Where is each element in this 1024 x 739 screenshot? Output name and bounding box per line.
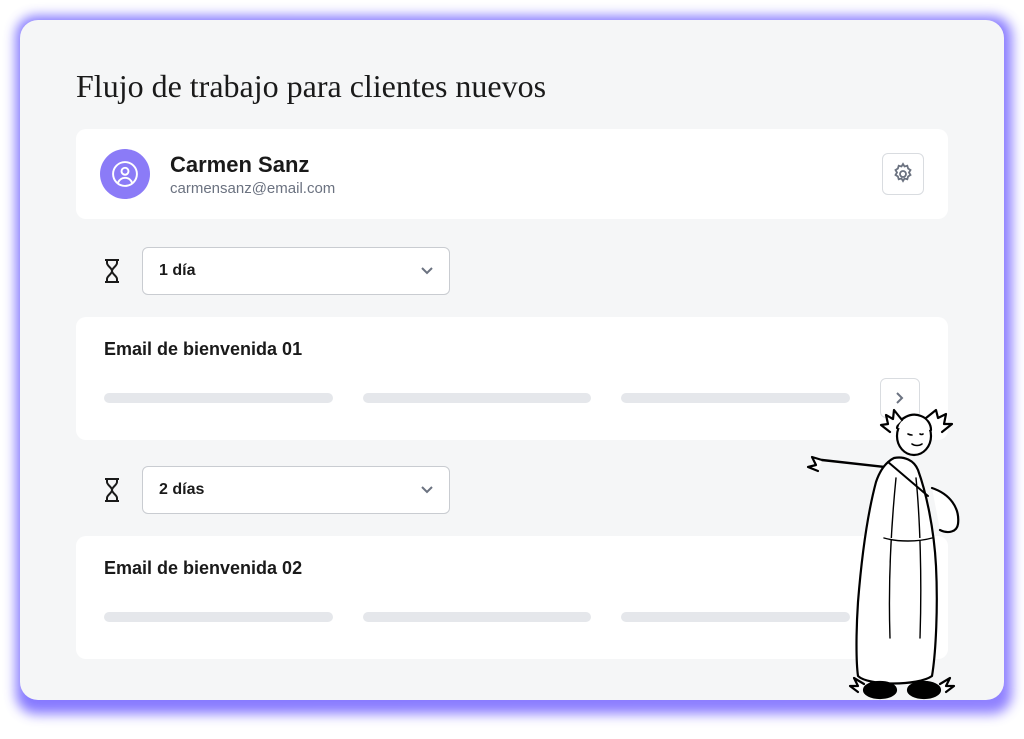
placeholder-bar — [363, 393, 592, 403]
email-title: Email de bienvenida 02 — [104, 558, 302, 579]
placeholder-bar — [104, 393, 333, 403]
email-card: Email de bienvenida 02 — [76, 536, 948, 659]
workflow-card: Flujo de trabajo para clientes nuevos Ca… — [20, 20, 1004, 700]
chevron-down-icon — [421, 262, 433, 280]
placeholder-bar — [621, 393, 850, 403]
expand-button[interactable] — [880, 378, 920, 418]
contact-info: Carmen Sanz carmensanz@email.com — [170, 152, 882, 197]
user-icon — [112, 161, 138, 187]
email-title: Email de bienvenida 01 — [104, 339, 302, 360]
contact-avatar — [100, 149, 150, 199]
email-body — [104, 597, 920, 637]
email-card: Email de bienvenida 01 — [76, 317, 948, 440]
contact-name: Carmen Sanz — [170, 152, 882, 178]
delay-value: 1 día — [159, 262, 195, 280]
placeholder-bar — [621, 612, 850, 622]
chevron-right-icon — [896, 392, 904, 404]
placeholder-bar — [363, 612, 592, 622]
email-body — [104, 378, 920, 418]
chevron-down-icon — [421, 481, 433, 499]
delay-select[interactable]: 1 día — [142, 247, 450, 295]
page-title: Flujo de trabajo para clientes nuevos — [76, 68, 948, 105]
delay-select[interactable]: 2 días — [142, 466, 450, 514]
contact-card: Carmen Sanz carmensanz@email.com — [76, 129, 948, 219]
contact-email: carmensanz@email.com — [170, 180, 882, 197]
delay-value: 2 días — [159, 481, 204, 499]
delay-row: 2 días — [100, 466, 924, 514]
delay-row: 1 día — [100, 247, 924, 295]
placeholder-bar — [104, 612, 333, 622]
chevron-right-icon — [896, 611, 904, 623]
gear-icon — [891, 162, 915, 186]
expand-button[interactable] — [880, 597, 920, 637]
hourglass-icon — [100, 478, 124, 502]
hourglass-icon — [100, 259, 124, 283]
settings-button[interactable] — [882, 153, 924, 195]
